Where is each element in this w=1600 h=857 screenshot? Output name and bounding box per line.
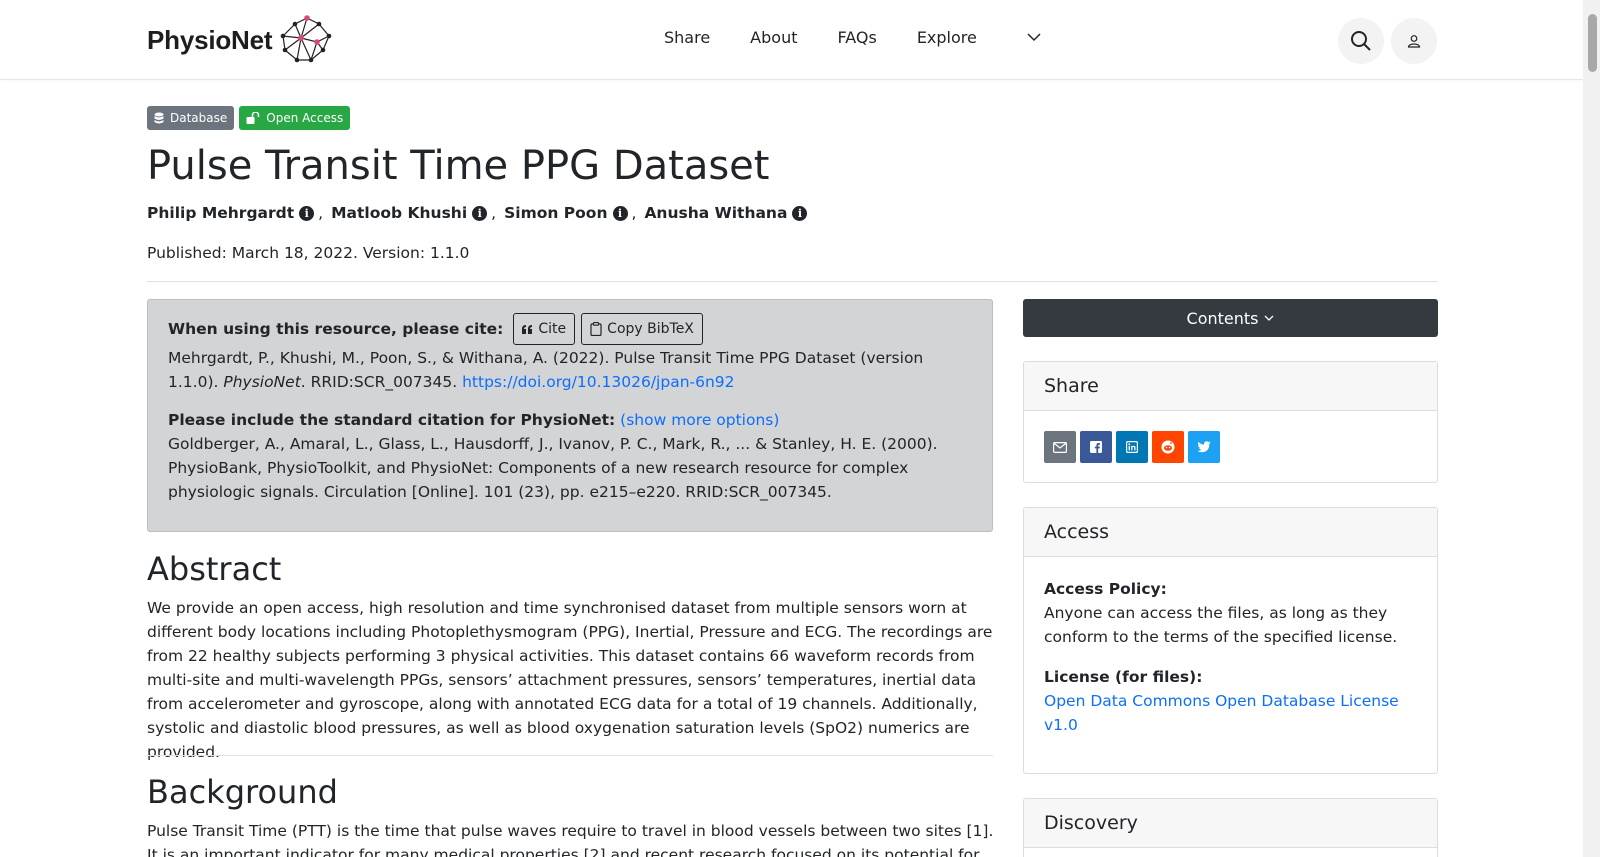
citation-rrid: . RRID:SCR_007345.	[300, 373, 463, 391]
discovery-card-heading: Discovery	[1024, 799, 1437, 848]
contents-label: Contents	[1186, 308, 1259, 328]
network-logo-icon	[281, 15, 332, 63]
license-link[interactable]: Open Data Commons Open Database License …	[1044, 692, 1399, 734]
share-twitter-button[interactable]	[1188, 431, 1220, 463]
info-icon[interactable]: i	[299, 205, 315, 221]
nav-faqs[interactable]: FAQs	[837, 28, 876, 47]
contents-dropdown-button[interactable]: Contents	[1023, 299, 1438, 337]
divider	[147, 755, 993, 756]
user-account-button[interactable]	[1391, 18, 1437, 64]
copy-bibtex-button[interactable]: Copy BibTeX	[581, 313, 703, 345]
standard-citation-text: Goldberger, A., Amaral, L., Glass, L., H…	[168, 435, 938, 501]
published-info: Published: March 18, 2022. Version: 1.1.…	[147, 244, 470, 262]
share-email-button[interactable]	[1044, 431, 1076, 463]
nav-share[interactable]: Share	[664, 28, 710, 47]
author-item[interactable]: Simon Poon i	[504, 204, 628, 222]
cite-button[interactable]: Cite	[513, 313, 576, 345]
database-badge: Database	[147, 106, 235, 130]
citation-journal: PhysioNet	[223, 373, 301, 391]
user-icon	[1407, 35, 1421, 48]
access-card: Access Access Policy: Anyone can access …	[1023, 507, 1438, 774]
info-icon[interactable]: i	[472, 205, 488, 221]
access-policy-label: Access Policy:	[1044, 580, 1167, 598]
author-name: Anusha Withana	[644, 204, 788, 222]
copy-bibtex-label: Copy BibTeX	[607, 321, 694, 337]
cite-button-label: Cite	[538, 321, 567, 337]
resource-badges: Database Open Access	[147, 106, 355, 130]
background-text: Pulse Transit Time (PTT) is the time tha…	[147, 822, 994, 857]
main-nav: Share About FAQs Explore	[664, 28, 1081, 47]
email-icon	[1053, 441, 1067, 453]
author-list: Philip Mehrgardt i, Matloob Khushi i, Simo…	[147, 204, 808, 222]
share-card-heading: Share	[1024, 362, 1437, 411]
top-navbar: PhysioNet Share About FAQs Explore	[0, 0, 1583, 80]
access-policy-text: Anyone can access the files, as long as …	[1044, 604, 1398, 646]
unlock-icon	[246, 112, 260, 124]
author-item[interactable]: Matloob Khushi i	[331, 204, 488, 222]
nav-about[interactable]: About	[750, 28, 797, 47]
standard-citation: Please include the standard citation for…	[168, 408, 972, 504]
citation-text: Mehrgardt, P., Khushi, M., Poon, S., & W…	[168, 346, 972, 394]
author-name: Simon Poon	[504, 204, 608, 222]
author-item[interactable]: Philip Mehrgardt i	[147, 204, 315, 222]
info-icon[interactable]: i	[792, 205, 808, 221]
share-buttons	[1024, 411, 1437, 481]
brand-logo[interactable]: PhysioNet	[147, 14, 335, 66]
brand-name: PhysioNet	[147, 24, 273, 55]
citation-box: When using this resource, please cite: C…	[147, 299, 993, 532]
reddit-icon	[1161, 440, 1175, 454]
quote-icon	[522, 324, 533, 334]
background-heading: Background	[147, 773, 338, 811]
facebook-icon	[1090, 441, 1102, 453]
author-name: Philip Mehrgardt	[147, 204, 295, 222]
info-icon[interactable]: i	[612, 205, 628, 221]
page-scrollbar[interactable]	[1583, 0, 1600, 857]
access-card-heading: Access	[1024, 508, 1437, 557]
clipboard-icon	[590, 322, 602, 336]
search-button[interactable]	[1338, 18, 1384, 64]
abstract-heading: Abstract	[147, 550, 282, 588]
nav-explore-dropdown[interactable]: Explore	[917, 28, 1041, 47]
abstract-text: We provide an open access, high resoluti…	[147, 599, 993, 761]
open-access-badge-label: Open Access	[266, 111, 344, 125]
database-icon	[154, 112, 164, 124]
page-title: Pulse Transit Time PPG Dataset	[147, 143, 770, 189]
citation-heading: When using this resource, please cite:	[168, 320, 504, 338]
chevron-down-icon	[1265, 315, 1274, 321]
twitter-icon	[1197, 441, 1211, 453]
chevron-down-icon	[1027, 33, 1041, 42]
share-facebook-button[interactable]	[1080, 431, 1112, 463]
search-icon	[1351, 31, 1371, 51]
author-item[interactable]: Anusha Withana i	[644, 204, 808, 222]
license-label: License (for files):	[1044, 668, 1203, 686]
show-more-options-link[interactable]: (show more options)	[620, 411, 779, 429]
author-name: Matloob Khushi	[331, 204, 468, 222]
share-linkedin-button[interactable]	[1116, 431, 1148, 463]
share-reddit-button[interactable]	[1152, 431, 1184, 463]
scrollbar-thumb[interactable]	[1588, 14, 1597, 72]
standard-citation-heading: Please include the standard citation for…	[168, 411, 616, 429]
doi-link[interactable]: https://doi.org/10.13026/jpan-6n92	[462, 373, 734, 391]
nav-explore-label: Explore	[916, 28, 977, 47]
database-badge-label: Database	[170, 111, 228, 125]
discovery-card: Discovery	[1023, 798, 1438, 857]
divider	[147, 281, 1438, 282]
linkedin-icon	[1126, 441, 1138, 453]
open-access-badge: Open Access	[239, 106, 351, 130]
share-card: Share	[1023, 361, 1438, 483]
